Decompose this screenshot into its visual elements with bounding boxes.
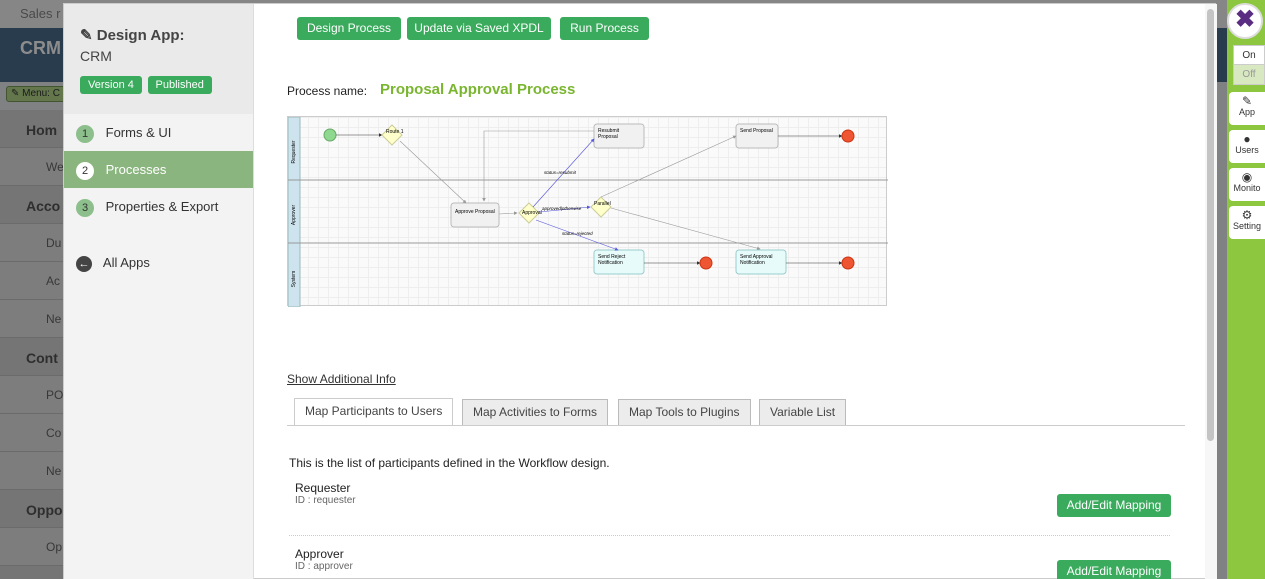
nav-title-text: Design App: [96, 27, 185, 44]
version-badge[interactable]: Version 4 [80, 76, 142, 94]
toggle-off[interactable]: Off [1234, 65, 1264, 84]
process-name: Proposal Approval Process [380, 81, 576, 98]
mapping-tabs: Map Participants to Users Map Activities… [287, 398, 1185, 426]
process-content: Design Process Update via Saved XPDL Run… [254, 4, 1205, 579]
panel-item-label: Monito [1233, 183, 1261, 193]
node-label: Route 1 [386, 129, 404, 135]
step-number: 2 [76, 162, 94, 180]
participant-name: Approver [295, 547, 344, 561]
back-arrow-icon: ← [76, 256, 92, 272]
update-xpdl-button[interactable]: Update via Saved XPDL [407, 17, 551, 40]
divider [289, 535, 1170, 536]
panel-item-label: App [1238, 107, 1255, 117]
design-process-button[interactable]: Design Process [297, 17, 401, 40]
scrollbar-thumb[interactable] [1207, 9, 1214, 441]
design-app-modal: ✎ Design App: CRM Version 4 Published 1 … [63, 3, 1217, 579]
dashboard-icon: ◉ [1241, 170, 1253, 184]
node-label: Send Proposal [740, 128, 773, 134]
panel-item-monitor[interactable]: ◉ Monito [1229, 168, 1265, 201]
transition-label: approved|otherwise [542, 206, 582, 211]
nav-header: ✎ Design App: CRM Version 4 Published [64, 4, 253, 114]
participant-name: Requester [295, 481, 351, 495]
tab-map-participants[interactable]: Map Participants to Users [294, 398, 454, 425]
lane-label: System [291, 271, 297, 288]
published-badge[interactable]: Published [147, 76, 212, 94]
user-icon: ● [1243, 132, 1251, 146]
tab-map-tools[interactable]: Map Tools to Plugins [618, 399, 751, 425]
panel-item-settings[interactable]: ⚙ Setting [1229, 206, 1265, 239]
show-additional-info-link[interactable]: Show Additional Info [287, 372, 396, 386]
nav-title: ✎ Design App: [80, 26, 237, 44]
toggle-on[interactable]: On [1234, 46, 1264, 65]
all-apps-link[interactable]: ← All Apps [64, 255, 253, 272]
app-name: CRM [80, 48, 112, 64]
tab-variable-list[interactable]: Variable List [759, 399, 847, 425]
process-diagram-svg: Requester Approver System Route 1 Resubm… [287, 116, 888, 308]
cogs-icon: ⚙ [1241, 208, 1253, 222]
participant-id: ID : requester [295, 495, 356, 506]
panel-item-label: Users [1235, 145, 1259, 155]
nav-item-properties[interactable]: 3 Properties & Export [64, 188, 253, 225]
nav-item-processes[interactable]: 2 Processes [64, 151, 253, 188]
process-name-label: Process name: [287, 84, 368, 98]
close-icon[interactable]: ✖ [1227, 3, 1263, 39]
run-process-button[interactable]: Run Process [560, 17, 649, 40]
tab-map-activities[interactable]: Map Activities to Forms [462, 399, 609, 425]
node-label: Approve Proposal [455, 209, 495, 215]
add-edit-mapping-button[interactable]: Add/Edit Mapping [1057, 494, 1171, 517]
node-label: Send Reject Notification [598, 254, 626, 266]
panel-item-label: Setting [1232, 221, 1262, 231]
panel-item-users[interactable]: ● Users [1229, 130, 1265, 163]
lane-label: Requester [291, 140, 297, 163]
panel-item-app[interactable]: ✎ App [1229, 92, 1265, 125]
participants-description: This is the list of participants defined… [289, 456, 610, 470]
edit-icon: ✎ [1241, 94, 1253, 108]
nav-item-label: Forms & UI [105, 125, 172, 140]
participant-id: ID : approver [295, 561, 353, 572]
node-label: Parallel [594, 201, 611, 207]
add-edit-mapping-button[interactable]: Add/Edit Mapping [1057, 560, 1171, 579]
quick-edit-toggle[interactable]: On Off [1233, 45, 1265, 85]
quick-access-panel [1227, 0, 1265, 579]
left-nav: ✎ Design App: CRM Version 4 Published 1 … [64, 4, 254, 579]
node-label: Resubmit Proposal [598, 128, 620, 140]
nav-item-label: Properties & Export [105, 199, 219, 214]
step-number: 1 [76, 125, 94, 143]
transition-label: status=resubmit [544, 170, 577, 175]
edit-icon: ✎ [80, 27, 93, 44]
transition-label: status=rejected [562, 231, 593, 236]
nav-item-forms[interactable]: 1 Forms & UI [64, 114, 253, 151]
lane-label: Approver [291, 205, 297, 226]
process-diagram[interactable]: Requester Approver System Route 1 Resubm… [287, 116, 888, 308]
all-apps-label: All Apps [102, 255, 150, 270]
node-label: Approval [522, 210, 542, 216]
nav-item-label: Processes [105, 162, 167, 177]
step-number: 3 [76, 199, 94, 217]
